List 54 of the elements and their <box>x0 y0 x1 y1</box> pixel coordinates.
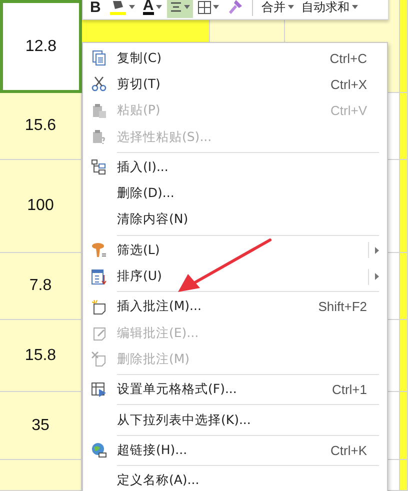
note-edit-icon <box>91 325 107 342</box>
menu-item[interactable]: 超链接(H)... Ctrl+K <box>83 437 387 464</box>
menu-item[interactable]: 设置单元格格式(F)... Ctrl+1 <box>83 376 387 403</box>
caret-icon <box>288 5 294 9</box>
note-icon <box>91 298 107 315</box>
shortcut-text: Ctrl+1 <box>332 382 367 398</box>
menu-item[interactable]: 复制(C) Ctrl+C <box>83 45 387 72</box>
insert-icon <box>91 159 107 176</box>
table-cell[interactable] <box>400 93 408 160</box>
menu-item[interactable]: 清除内容(N) <box>83 206 387 234</box>
menu-item[interactable]: 删除(D)... <box>83 180 387 207</box>
menu-item[interactable]: 插入(I)... <box>83 154 387 180</box>
menu-item[interactable]: 定义名称(A)... <box>83 467 387 491</box>
shortcut-text: Ctrl+C <box>330 50 367 66</box>
scissors-icon <box>91 76 107 92</box>
shortcut-text: Ctrl+V <box>330 103 367 118</box>
funnel-icon <box>91 242 107 258</box>
clipboard-icon <box>91 102 107 119</box>
table-cell[interactable] <box>400 0 408 93</box>
font-color-button[interactable]: A <box>140 0 165 18</box>
table-cell[interactable] <box>400 460 408 491</box>
borders-icon <box>198 0 211 14</box>
table-cell[interactable] <box>400 392 408 460</box>
menu-item[interactable]: 剪切(T) Ctrl+X <box>83 71 387 98</box>
table-cell[interactable] <box>400 253 408 320</box>
shortcut-text: Shift+F2 <box>318 299 367 314</box>
align-button[interactable] <box>166 0 193 18</box>
sort-icon <box>91 268 107 285</box>
fill-color-icon <box>108 0 127 15</box>
table-cell[interactable]: 100 <box>0 160 82 253</box>
table-cell[interactable]: 35 <box>0 392 82 460</box>
shortcut-text: Ctrl+X <box>330 76 367 92</box>
table-cell[interactable] <box>0 460 82 491</box>
align-icon <box>170 2 182 12</box>
table-cell[interactable]: 7.8 <box>0 253 82 320</box>
table-cell[interactable]: 12.8 <box>0 0 82 93</box>
clipboard-icon <box>91 129 107 146</box>
table-cell[interactable]: 15.8 <box>0 320 82 392</box>
menu-item[interactable]: 从下拉列表中选择(K)... <box>83 406 387 434</box>
menu-item[interactable]: 筛选(L) <box>83 237 387 264</box>
bold-button[interactable]: B <box>87 0 104 18</box>
toolbar-menu-button[interactable]: 自动求和 <box>298 0 361 16</box>
table-cell[interactable]: 15.6 <box>0 93 82 160</box>
grid-pointer-icon <box>91 382 107 398</box>
paintbrush-icon <box>226 0 243 15</box>
table-cell[interactable] <box>400 160 408 253</box>
shortcut-text: Ctrl+K <box>330 442 367 458</box>
toolbar-menu-button[interactable]: 合并 <box>258 0 297 16</box>
caret-icon <box>352 5 358 9</box>
table-cell[interactable] <box>400 320 408 392</box>
menu-item[interactable]: 插入批注(M)... Shift+F2 <box>83 294 387 320</box>
copy-icon <box>91 50 107 66</box>
note-delete-icon <box>91 351 107 368</box>
globe-icon <box>91 442 107 458</box>
